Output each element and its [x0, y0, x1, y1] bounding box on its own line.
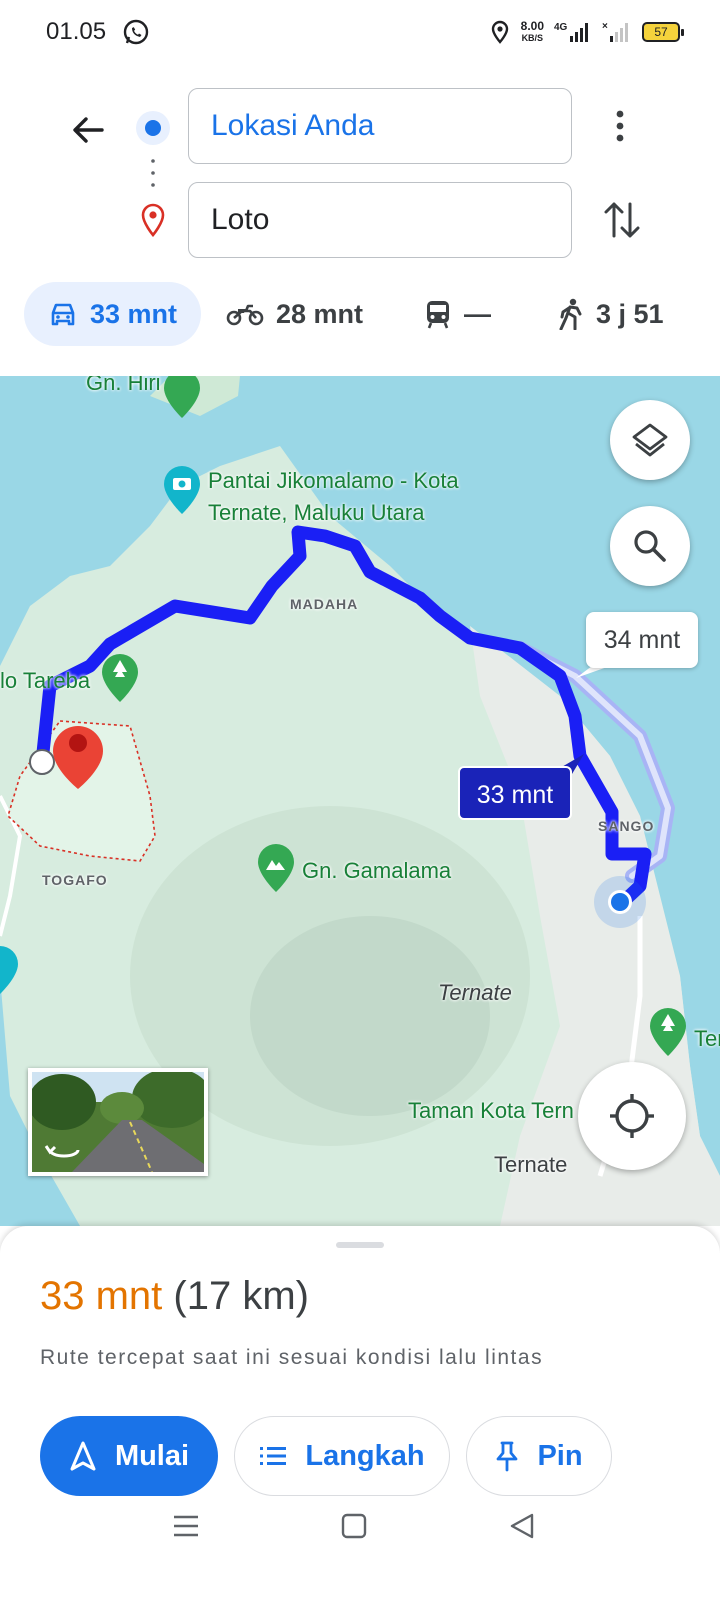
- map-view[interactable]: Gn. Hiri Pantai Jikomalamo - Kota Ternat…: [0, 376, 720, 1226]
- layers-button[interactable]: [610, 400, 690, 480]
- pin-button-label: Pin: [537, 1439, 583, 1472]
- mode-driving-label: 33 mnt: [90, 298, 178, 329]
- origin-dot-icon: [136, 111, 170, 145]
- start-button-label: Mulai: [114, 1439, 190, 1472]
- layers-icon: [632, 423, 668, 457]
- travel-modes: 33 mnt 28 mnt — 3 j 51: [24, 282, 704, 346]
- label-ternate-city: Ternate: [494, 1152, 568, 1177]
- route-duration: 33 mnt: [40, 1274, 163, 1318]
- back-nav-icon[interactable]: [508, 1512, 536, 1540]
- label-togafo: TOGAFO: [42, 872, 108, 888]
- label-sango: SANGO: [598, 818, 655, 834]
- signal-4g-icon: 4G: [554, 22, 588, 42]
- steps-button[interactable]: Langkah: [234, 1416, 450, 1496]
- pushpin-icon: [497, 1441, 518, 1472]
- sheet-drag-handle[interactable]: [336, 1242, 384, 1248]
- status-icons: 8.00 KB/S 4G × 57: [489, 16, 684, 48]
- steps-button-label: Langkah: [305, 1439, 425, 1472]
- route-distance: (17 km): [173, 1274, 309, 1318]
- mode-walking-label: 3 j 51: [596, 298, 664, 329]
- label-gamalama: Gn. Gamalama: [302, 858, 452, 883]
- mode-motorcycle-label: 28 mnt: [276, 298, 364, 329]
- label-taman-kota: Taman Kota Tern: [408, 1098, 574, 1123]
- label-ternate-area: Ternate: [438, 980, 512, 1005]
- crosshair-icon: [610, 1094, 654, 1138]
- directions-header: Lokasi Anda Loto 33 mnt 28 mnt — 3 j 51: [0, 64, 720, 384]
- start-button[interactable]: Mulai: [40, 1416, 218, 1496]
- label-pantai-line1: Pantai Jikomalamo - Kota: [208, 468, 459, 493]
- network-speed: 8.00 KB/S: [520, 19, 544, 43]
- label-gn-hiri: Gn. Hiri: [86, 376, 161, 395]
- map-search-button[interactable]: [610, 506, 690, 586]
- menu-nav-icon[interactable]: [172, 1512, 200, 1540]
- origin-field[interactable]: Lokasi Anda: [188, 88, 572, 164]
- transit-icon: [427, 301, 449, 329]
- mode-transit-label: —: [464, 298, 491, 329]
- whatsapp-icon: [123, 19, 149, 45]
- destination-field[interactable]: Loto: [188, 182, 572, 258]
- route-dots-connector: [151, 159, 155, 187]
- swap-icon[interactable]: [600, 196, 644, 244]
- svg-text:×: ×: [602, 21, 608, 32]
- more-options-icon[interactable]: [604, 104, 636, 148]
- my-location-button[interactable]: [578, 1062, 686, 1170]
- status-bar: 01.05 8.00 KB/S 4G × 57: [0, 0, 720, 64]
- list-icon: [260, 1447, 287, 1465]
- label-pantai-line2: Ternate, Maluku Utara: [208, 500, 425, 525]
- street-view-image: [32, 1072, 204, 1172]
- car-icon: [51, 303, 75, 326]
- alt-route-time-callout[interactable]: 34 mnt: [586, 612, 698, 668]
- battery-indicator: 57: [642, 22, 684, 42]
- pin-button[interactable]: Pin: [466, 1416, 612, 1496]
- back-arrow-icon[interactable]: [64, 106, 112, 154]
- main-route-time-callout[interactable]: 33 mnt: [458, 766, 572, 820]
- signal-weak-icon: ×: [602, 21, 628, 42]
- destination-pin-icon: [141, 203, 165, 237]
- walk-icon: [559, 298, 582, 330]
- route-note: Rute tercepat saat ini sesuai kondisi la…: [40, 1346, 544, 1369]
- mode-walking[interactable]: 3 j 51: [558, 282, 664, 346]
- label-ternate-edge: Ter: [694, 1026, 720, 1051]
- mode-driving[interactable]: 33 mnt: [24, 282, 202, 346]
- svg-text:4G: 4G: [554, 22, 568, 33]
- route-summary: 33 mnt (17 km): [40, 1274, 309, 1319]
- location-icon: [491, 20, 508, 44]
- label-madaha: MADAHA: [290, 596, 359, 612]
- mode-transit[interactable]: —: [424, 282, 491, 346]
- navigation-arrow-icon: [70, 1441, 96, 1471]
- status-time: 01.05: [46, 18, 107, 45]
- home-nav-icon[interactable]: [340, 1512, 368, 1540]
- label-tareba: lo Tareba: [0, 668, 91, 693]
- street-view-thumbnail[interactable]: [28, 1068, 208, 1176]
- motorcycle-icon: [226, 304, 264, 326]
- mode-motorcycle[interactable]: 28 mnt: [226, 282, 363, 346]
- system-nav-bar: [0, 1500, 720, 1600]
- search-icon: [634, 530, 666, 562]
